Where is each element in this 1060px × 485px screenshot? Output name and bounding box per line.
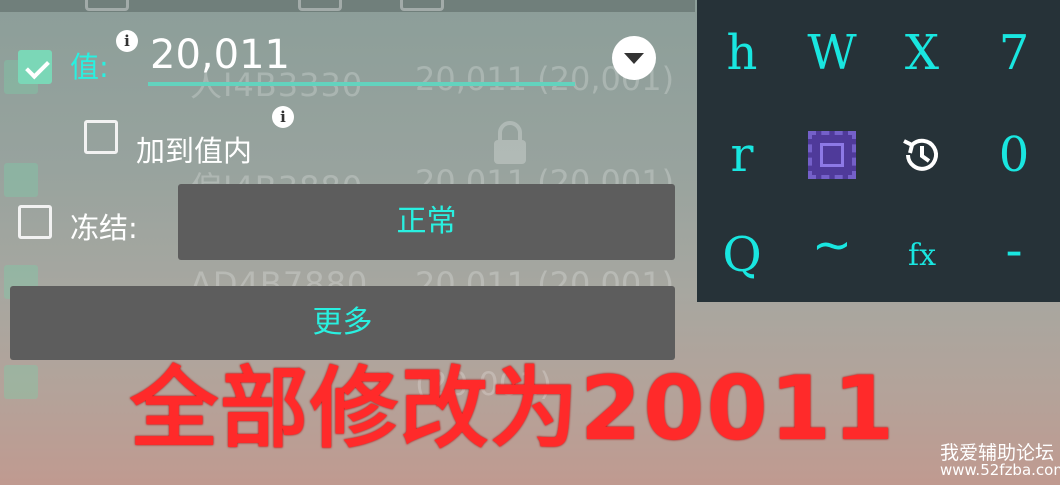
value-label: 值: <box>70 50 109 84</box>
custom-keypad: h W X 7 r 0 Q ~ fx - <box>697 0 1060 302</box>
freeze-label: 冻结: <box>70 211 138 245</box>
freeze-checkbox[interactable] <box>18 205 52 239</box>
add-to-value-checkbox[interactable] <box>84 120 118 154</box>
key-minus[interactable]: - <box>969 202 1059 300</box>
history-key[interactable] <box>877 106 967 204</box>
overlay-banner: 全部修改为20011 <box>130 357 897 460</box>
info-icon[interactable]: i <box>272 106 294 128</box>
key-w[interactable]: W <box>787 4 877 102</box>
select-icon <box>808 131 856 179</box>
key-h[interactable]: h <box>697 4 787 102</box>
key-x[interactable]: X <box>877 4 967 102</box>
key-fx[interactable]: fx <box>877 206 967 304</box>
info-icon[interactable]: i <box>116 30 138 52</box>
key-0[interactable]: 0 <box>969 106 1059 204</box>
history-icon <box>903 138 938 171</box>
key-7[interactable]: 7 <box>969 4 1059 102</box>
dropdown-arrow-button[interactable] <box>612 36 656 80</box>
value-input[interactable] <box>148 28 575 86</box>
select-all-key[interactable] <box>787 106 877 204</box>
freeze-mode-button[interactable]: 正常 <box>178 184 675 260</box>
watermark-url: www.52fzba.com <box>940 461 1060 479</box>
key-r[interactable]: r <box>697 106 787 204</box>
value-checkbox[interactable] <box>18 50 52 84</box>
add-to-value-label: 加到值内 <box>136 134 253 168</box>
key-q[interactable]: Q <box>697 206 787 304</box>
key-tilde[interactable]: ~ <box>787 196 877 294</box>
